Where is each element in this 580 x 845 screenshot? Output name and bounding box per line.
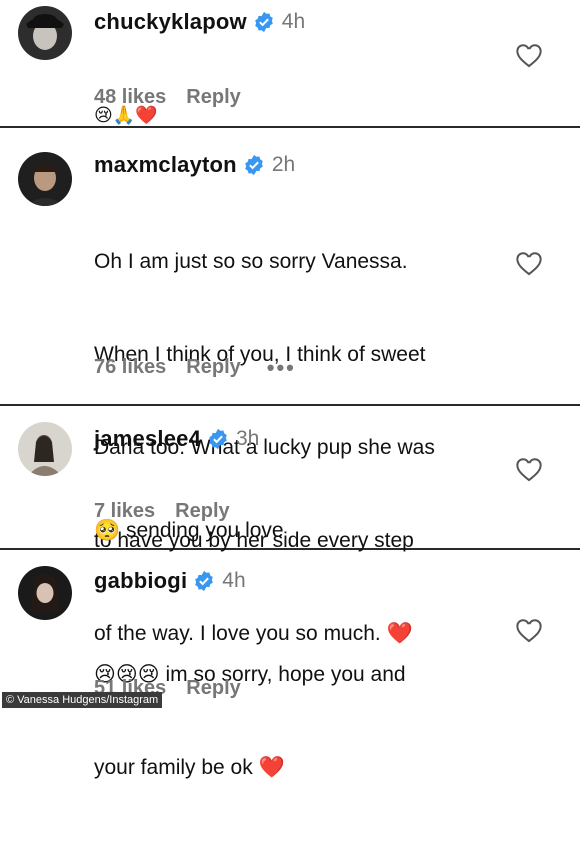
verified-badge-icon <box>207 428 229 450</box>
likes-count[interactable]: 76 likes <box>94 356 166 379</box>
reply-button[interactable]: Reply <box>175 500 229 523</box>
comment-timestamp: 4h <box>222 569 246 592</box>
comment-item: jameslee4 3h 🥺 sending you love 7 likes … <box>0 406 580 548</box>
more-options-icon[interactable]: ••• <box>267 356 296 378</box>
avatar[interactable] <box>18 6 72 60</box>
heart-outline-icon[interactable] <box>515 617 543 643</box>
reply-button[interactable]: Reply <box>186 356 240 379</box>
reply-button[interactable]: Reply <box>186 677 240 700</box>
verified-badge-icon <box>253 11 275 33</box>
comment-timestamp: 2h <box>271 153 296 176</box>
comment-username[interactable]: gabbiogi <box>94 568 187 594</box>
photo-credit: © Vanessa Hudgens/Instagram <box>2 692 163 708</box>
avatar[interactable] <box>18 152 72 206</box>
comment-item: chuckyklapow 4h 😢🙏❤️ 48 likes Reply <box>0 0 580 126</box>
avatar[interactable] <box>18 566 72 620</box>
comment-item: maxmclayton 2h Oh I am just so so sorry … <box>0 128 580 645</box>
comment-username[interactable]: jameslee4 <box>94 426 201 452</box>
comment-line: Oh I am just so so sorry Vanessa. <box>94 250 408 273</box>
likes-count[interactable]: 48 likes <box>94 86 166 109</box>
comment-item: gabbiogi 4h 😢😢😢 im so sorry, hope you an… <box>0 550 580 779</box>
comment-text: 😢😢😢 im so sorry, hope you and your famil… <box>94 597 406 845</box>
comment-line: your family be ok ❤️ <box>94 756 285 779</box>
verified-badge-icon <box>193 570 215 592</box>
comment-timestamp: 4h <box>281 10 306 33</box>
comment-username[interactable]: maxmclayton <box>94 152 237 178</box>
heart-outline-icon[interactable] <box>515 42 543 68</box>
verified-badge-icon <box>243 154 265 176</box>
likes-count[interactable]: 7 likes <box>94 500 155 523</box>
reply-button[interactable]: Reply <box>186 86 240 109</box>
heart-outline-icon[interactable] <box>515 456 543 482</box>
comment-timestamp: 3h <box>236 427 260 450</box>
avatar[interactable] <box>18 422 72 476</box>
comment-username[interactable]: chuckyklapow <box>94 9 247 35</box>
heart-outline-icon[interactable] <box>515 250 543 276</box>
